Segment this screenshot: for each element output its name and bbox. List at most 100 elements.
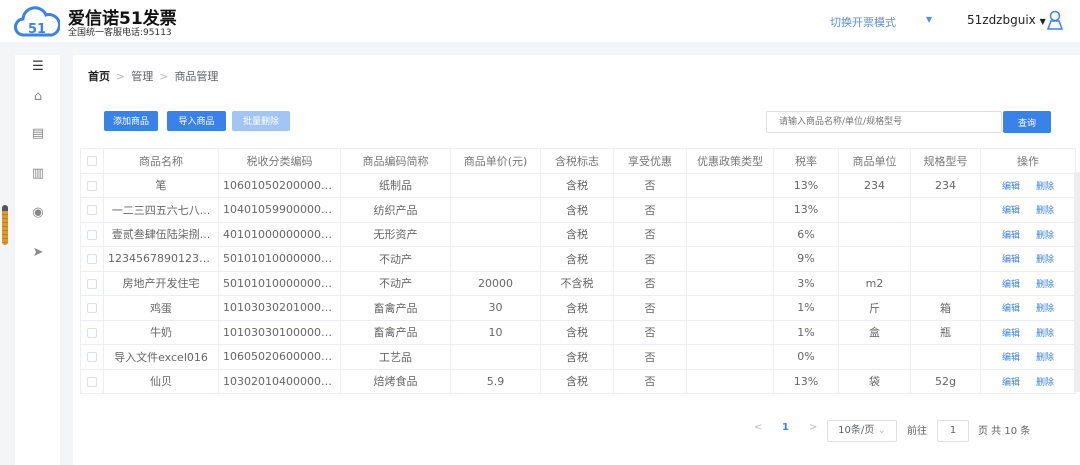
row-checkbox[interactable] [80,172,104,198]
prev-page-button[interactable]: < [754,422,762,433]
edit-link[interactable]: 编辑 [1002,255,1020,265]
table-cell: 1040105990000000... [218,197,341,223]
table-cell: 否 [613,172,687,198]
table-cell [910,270,981,296]
batch-delete-button[interactable]: 批量删除 [232,111,290,131]
query-button[interactable]: 查询 [1003,111,1051,133]
table-cell: 5010101000000000... [218,246,341,272]
table-scrollbar[interactable] [1074,172,1080,392]
table-cell [838,221,911,247]
table-row: 笔 1060105020000000... 纸制品 含税否 13% 234 234 编辑 删除 [80,172,1076,198]
table-cell: 斤 [838,295,911,321]
page-size-value: 10条/页 [838,425,875,436]
table-cell [450,221,541,247]
delete-link[interactable]: 删除 [1036,280,1054,290]
table-cell [910,344,981,370]
edit-link[interactable]: 编辑 [1002,231,1020,241]
table-cell: 畜禽产品 [340,295,451,321]
table-cell [686,319,774,345]
goto-label: 前往 [907,426,927,437]
edit-link[interactable]: 编辑 [1002,378,1020,388]
menu-toggle-icon[interactable]: ☰ [30,60,46,74]
delete-link[interactable]: 删除 [1036,304,1054,314]
library-icon[interactable]: ▥ [30,167,46,181]
page-1[interactable]: 1 [782,422,789,433]
column-header: 税收分类编码 [218,148,341,174]
table-row: 壹贰叁肆伍陆柒捌... 4010100000000000... 无形资产 含税否 6% 编… [80,221,1076,247]
table-cell: 含税 [540,295,614,321]
table-cell: 否 [613,295,687,321]
delete-link[interactable]: 删除 [1036,353,1054,363]
table-cell: 9% [773,246,839,272]
table-cell: 鸡蛋 [103,295,219,321]
table-cell: 含税 [540,221,614,247]
table-cell: 12345678901234... [103,246,219,272]
goto-page-input[interactable]: 1 [937,420,969,442]
delete-link[interactable]: 删除 [1036,255,1054,265]
table-row: 仙贝 1030201040000000... 焙烤食品 5.9 含税否 13% 袋 52g 编辑… [80,368,1076,394]
breadcrumb-manage[interactable]: 管理 [131,70,153,83]
edit-link[interactable]: 编辑 [1002,329,1020,339]
switch-mode-dropdown[interactable]: 切换开票模式 [830,14,896,30]
column-header: 含税标志 [540,148,614,174]
edit-link[interactable]: 编辑 [1002,182,1020,192]
select-all-checkbox[interactable] [80,148,104,174]
settings-icon[interactable]: ◉ [30,206,46,220]
breadcrumb-home[interactable]: 首页 [88,70,110,83]
side-scrollbar[interactable] [2,205,8,245]
table-cell [686,344,774,370]
row-checkbox[interactable] [80,295,104,321]
table-cell: 袋 [838,368,911,394]
home-icon[interactable]: ⌂ [30,90,46,104]
row-checkbox[interactable] [80,368,104,394]
table-cell: 5.9 [450,368,541,394]
user-icon[interactable] [1046,10,1064,30]
table-cell [838,246,911,272]
edit-link[interactable]: 编辑 [1002,304,1020,314]
table-cell: 含税 [540,246,614,272]
row-checkbox[interactable] [80,246,104,272]
table-cell: 234 [838,172,911,198]
column-header: 优惠政策类型 [686,148,774,174]
table-cell: 否 [613,221,687,247]
table-cell [686,270,774,296]
column-header: 规格型号 [910,148,981,174]
next-page-button[interactable]: > [809,422,817,433]
row-checkbox[interactable] [80,197,104,223]
actions-cell: 编辑 删除 [980,246,1076,272]
row-checkbox[interactable] [80,344,104,370]
clipboard-icon[interactable]: ▤ [30,127,46,141]
caret-down-icon[interactable]: ▼ [926,15,932,24]
row-checkbox[interactable] [80,319,104,345]
send-icon[interactable]: ➤ [30,246,46,260]
edit-link[interactable]: 编辑 [1002,280,1020,290]
table-cell [910,246,981,272]
table-cell: 房地产开发住宅 [103,270,219,296]
import-product-button[interactable]: 导入商品 [167,111,226,131]
page-size-select[interactable]: 10条/页 ⌄ [827,420,897,442]
table-cell: 含税 [540,344,614,370]
column-header: 商品名称 [103,148,219,174]
table-cell: 导入文件excel016 [103,344,219,370]
actions-cell: 编辑 删除 [980,221,1076,247]
delete-link[interactable]: 删除 [1036,206,1054,216]
edit-link[interactable]: 编辑 [1002,206,1020,216]
separator-icon: > [159,70,169,83]
delete-link[interactable]: 删除 [1036,231,1054,241]
user-menu[interactable]: 51zdzbguix ▼ [967,13,1046,27]
delete-link[interactable]: 删除 [1036,182,1054,192]
column-header: 商品单位 [838,148,911,174]
add-product-button[interactable]: 添加商品 [104,111,158,131]
delete-link[interactable]: 删除 [1036,329,1054,339]
table-cell: 1% [773,295,839,321]
edit-link[interactable]: 编辑 [1002,353,1020,363]
table-cell: 否 [613,319,687,345]
delete-link[interactable]: 删除 [1036,378,1054,388]
row-checkbox[interactable] [80,270,104,296]
row-checkbox[interactable] [80,221,104,247]
username: 51zdzbguix [967,13,1036,27]
table-cell: m2 [838,270,911,296]
column-header: 商品单价(元) [450,148,541,174]
table-cell: 1010303020100000... [218,295,341,321]
search-input[interactable] [766,111,1002,133]
